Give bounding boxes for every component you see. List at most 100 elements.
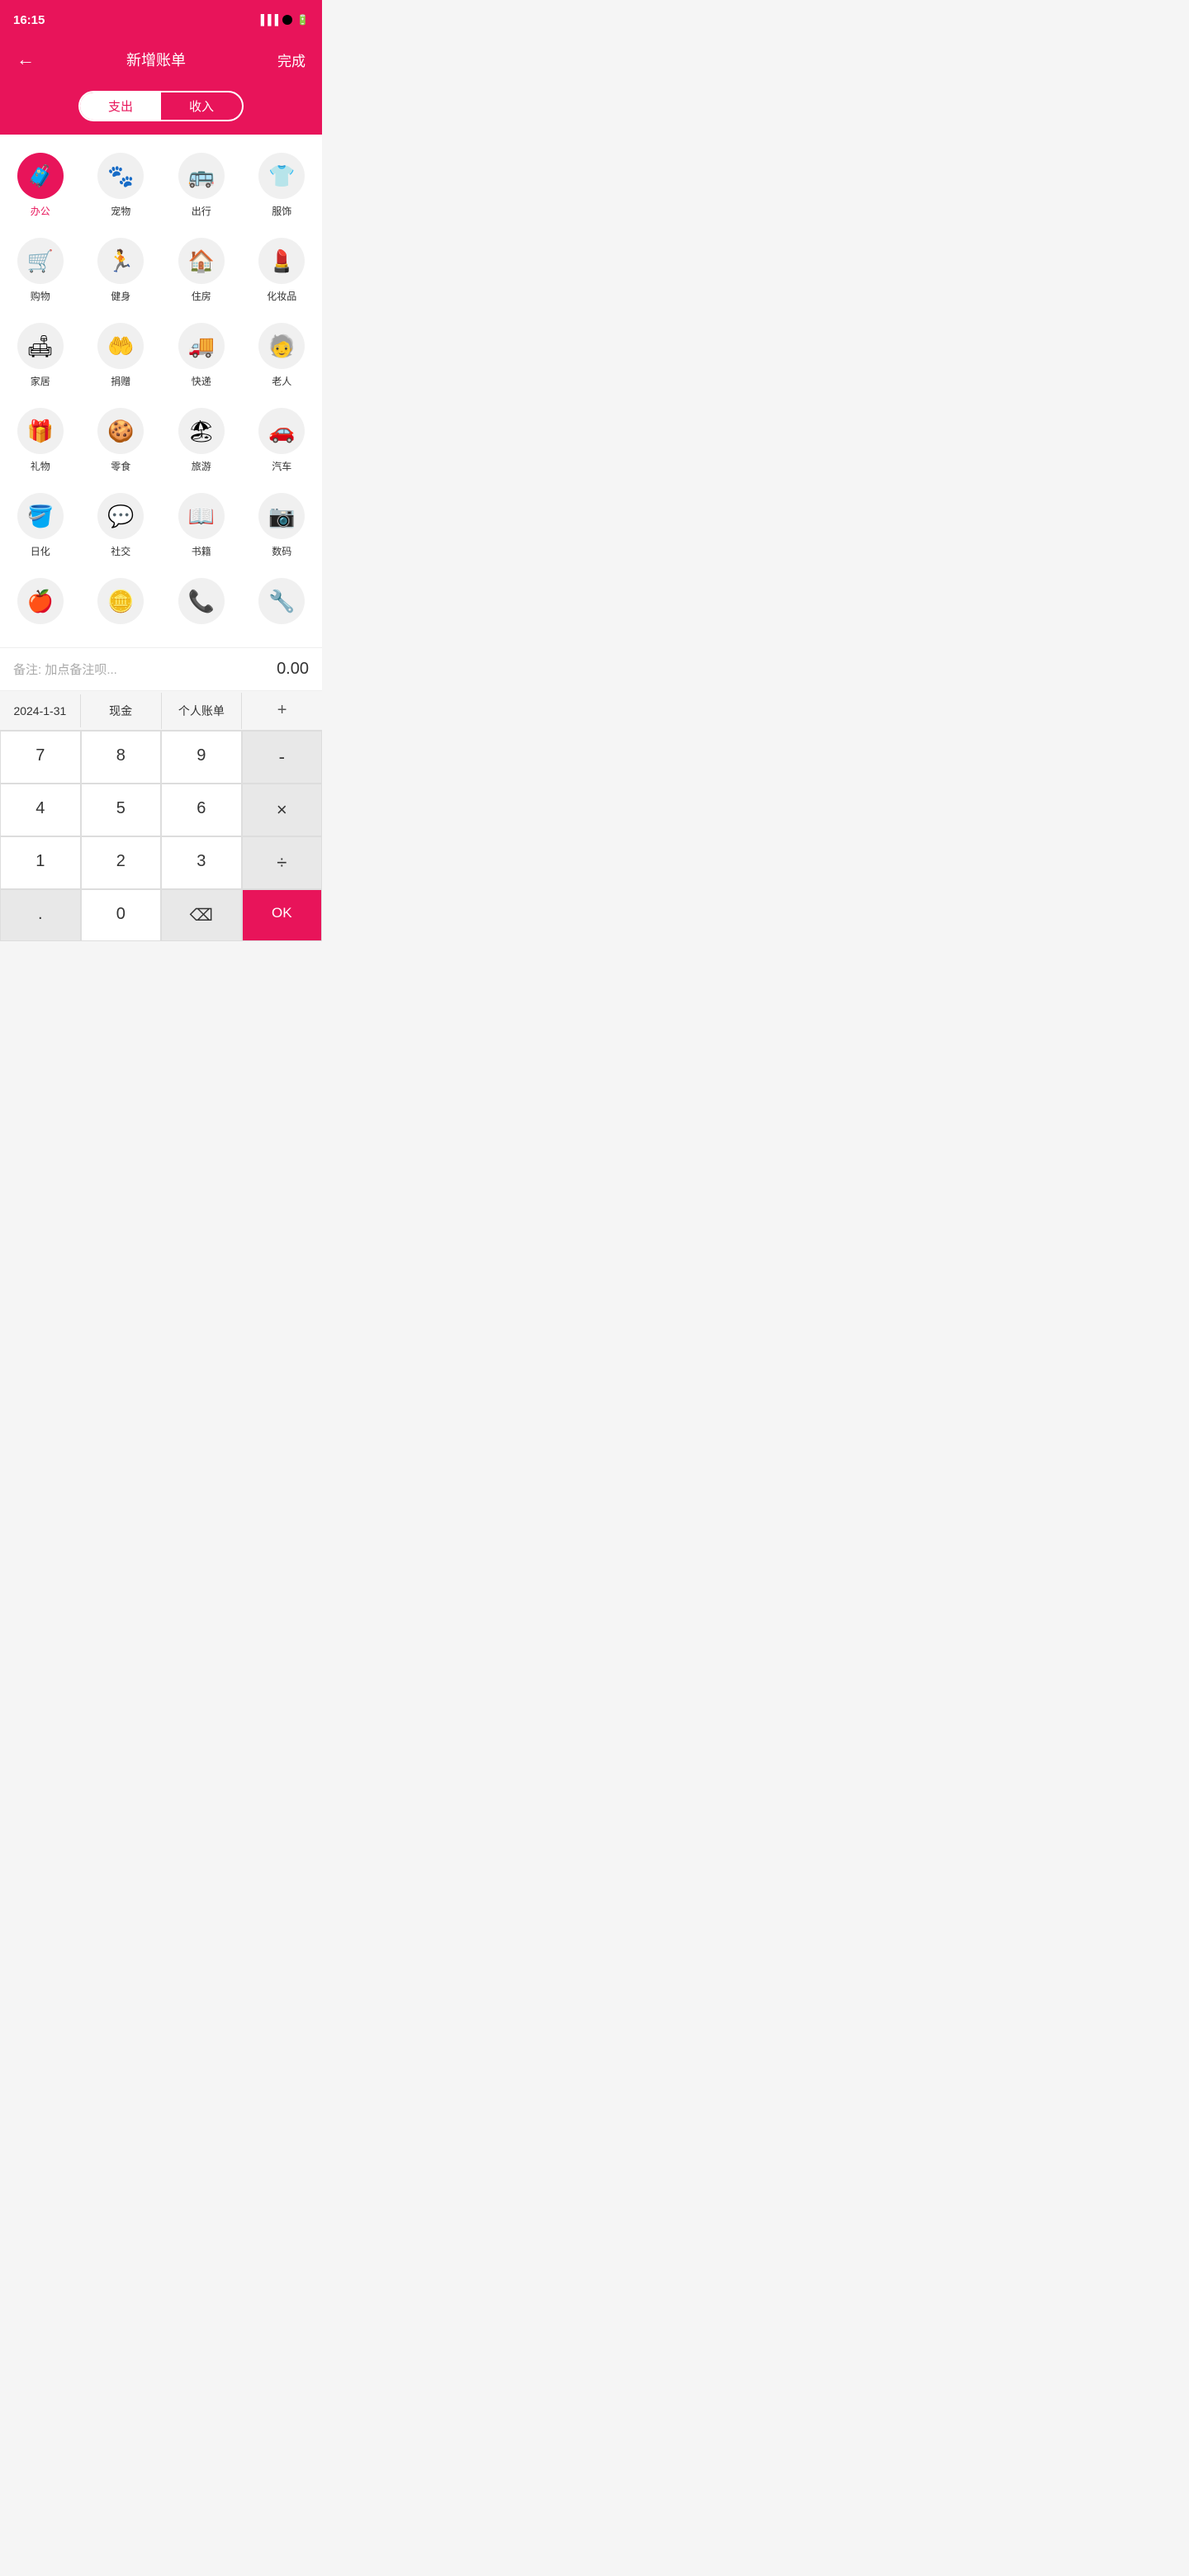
- category-label-travel: 出行: [192, 204, 211, 218]
- category-item-coupon[interactable]: 🪙: [81, 568, 162, 639]
- key-0[interactable]: 0: [81, 889, 162, 941]
- category-item-tourism[interactable]: 🏖 旅游: [161, 398, 242, 483]
- tools-icon: 🔧: [258, 578, 305, 624]
- signal-icon: ▐▐▐: [258, 14, 279, 26]
- key-3[interactable]: 3: [161, 836, 242, 889]
- coupon-icon: 🪙: [97, 578, 144, 624]
- digital-icon: 📷: [258, 493, 305, 539]
- category-grid: 🧳 办公 🐾 宠物 🚌出行 👕 服饰 🛒 购物 🏃 健身 🏠住房 💄 化妆品 🛋 家居 🤲 捐赠 🚚 快递 🧓 老人 🎁 礼物…: [0, 135, 322, 647]
- category-item-social[interactable]: 💬社交: [81, 483, 162, 568]
- payment-selector[interactable]: 现金: [81, 693, 162, 729]
- category-label-donation: 捐赠: [111, 374, 130, 388]
- category-label-pet: 宠物: [111, 204, 130, 218]
- decimal-key[interactable]: .: [0, 889, 81, 941]
- tab-expense[interactable]: 支出: [80, 92, 161, 120]
- pet-icon: 🐾: [97, 153, 144, 199]
- furniture-icon: 🛋: [17, 323, 64, 369]
- category-item-office[interactable]: 🧳 办公: [0, 143, 81, 228]
- key-operator-2-3[interactable]: ÷: [242, 836, 323, 889]
- category-item-books[interactable]: 📖书籍: [161, 483, 242, 568]
- key-8[interactable]: 8: [81, 731, 162, 784]
- category-item-phone[interactable]: 📞: [161, 568, 242, 639]
- category-item-fitness[interactable]: 🏃 健身: [81, 228, 162, 313]
- office-icon: 🧳: [17, 153, 64, 199]
- daily-icon: 🪣: [17, 493, 64, 539]
- category-item-clothing[interactable]: 👕 服饰: [242, 143, 323, 228]
- amount-display: 0.00: [277, 660, 309, 679]
- back-button[interactable]: ←: [17, 49, 35, 70]
- category-item-housing[interactable]: 🏠住房: [161, 228, 242, 313]
- category-label-clothing: 服饰: [272, 204, 291, 218]
- status-bar: 16:15 ▐▐▐ 🔋: [0, 0, 322, 36]
- category-item-furniture[interactable]: 🛋 家居: [0, 313, 81, 398]
- category-label-elderly: 老人: [272, 374, 291, 388]
- plus-icon: +: [277, 701, 287, 720]
- status-time: 16:15: [13, 13, 45, 27]
- phone-icon: 📞: [178, 578, 225, 624]
- key-operator-0-3[interactable]: -: [242, 731, 323, 784]
- battery-icon: 🔋: [296, 14, 309, 26]
- done-button[interactable]: 完成: [277, 50, 306, 70]
- category-item-snack[interactable]: 🍪零食: [81, 398, 162, 483]
- date-selector[interactable]: 2024-1-31: [0, 694, 81, 727]
- ok-button[interactable]: OK: [242, 889, 323, 941]
- category-item-express[interactable]: 🚚 快递: [161, 313, 242, 398]
- status-icons: ▐▐▐ 🔋: [258, 14, 309, 26]
- category-label-fitness: 健身: [111, 289, 130, 303]
- key-5[interactable]: 5: [81, 784, 162, 836]
- category-label-tourism: 旅游: [192, 459, 211, 473]
- donation-icon: 🤲: [97, 323, 144, 369]
- gift-icon: 🎁: [17, 408, 64, 454]
- category-item-pet[interactable]: 🐾 宠物: [81, 143, 162, 228]
- category-item-shopping[interactable]: 🛒 购物: [0, 228, 81, 313]
- fitness-icon: 🏃: [97, 238, 144, 284]
- category-label-gift: 礼物: [31, 459, 50, 473]
- key-9[interactable]: 9: [161, 731, 242, 784]
- tab-income[interactable]: 收入: [161, 92, 242, 120]
- camera-notch: [282, 15, 292, 25]
- category-item-gift[interactable]: 🎁 礼物: [0, 398, 81, 483]
- category-item-tools[interactable]: 🔧: [242, 568, 323, 639]
- key-4[interactable]: 4: [0, 784, 81, 836]
- category-item-daily[interactable]: 🪣 日化: [0, 483, 81, 568]
- page-title: 新增账单: [126, 49, 186, 70]
- key-6[interactable]: 6: [161, 784, 242, 836]
- numpad: 789- 456× 123÷.0⌫OK: [0, 731, 322, 941]
- category-label-express: 快递: [192, 374, 211, 388]
- category-item-health[interactable]: 🍎: [0, 568, 81, 639]
- key-2[interactable]: 2: [81, 836, 162, 889]
- category-label-car: 汽车: [272, 459, 291, 473]
- social-icon: 💬: [97, 493, 144, 539]
- snack-icon: 🍪: [97, 408, 144, 454]
- backspace-key[interactable]: ⌫: [161, 889, 242, 941]
- category-item-donation[interactable]: 🤲 捐赠: [81, 313, 162, 398]
- account-selector[interactable]: 个人账单: [162, 693, 243, 729]
- shopping-icon: 🛒: [17, 238, 64, 284]
- category-label-housing: 住房: [192, 289, 211, 303]
- category-label-shopping: 购物: [31, 289, 50, 303]
- header: ← 新增账单 完成: [0, 36, 322, 83]
- key-7[interactable]: 7: [0, 731, 81, 784]
- category-label-daily: 日化: [31, 544, 50, 558]
- category-item-digital[interactable]: 📷数码: [242, 483, 323, 568]
- cosmetics-icon: 💄: [258, 238, 305, 284]
- clothing-icon: 👕: [258, 153, 305, 199]
- note-placeholder[interactable]: 备注: 加点备注呗...: [13, 661, 117, 678]
- add-button[interactable]: +: [242, 691, 322, 730]
- category-label-cosmetics: 化妆品: [267, 289, 296, 303]
- category-item-elderly[interactable]: 🧓 老人: [242, 313, 323, 398]
- category-item-cosmetics[interactable]: 💄 化妆品: [242, 228, 323, 313]
- category-label-office: 办公: [31, 204, 50, 218]
- category-item-travel[interactable]: 🚌出行: [161, 143, 242, 228]
- numpad-info-row: 2024-1-31 现金 个人账单 +: [0, 691, 322, 731]
- tab-container: 支出 收入: [78, 91, 244, 121]
- key-1[interactable]: 1: [0, 836, 81, 889]
- category-item-car[interactable]: 🚗汽车: [242, 398, 323, 483]
- elderly-icon: 🧓: [258, 323, 305, 369]
- tab-switcher: 支出 收入: [0, 83, 322, 135]
- tourism-icon: 🏖: [178, 408, 225, 454]
- note-row: 备注: 加点备注呗... 0.00: [0, 647, 322, 691]
- express-icon: 🚚: [178, 323, 225, 369]
- key-operator-1-3[interactable]: ×: [242, 784, 323, 836]
- category-label-furniture: 家居: [31, 374, 50, 388]
